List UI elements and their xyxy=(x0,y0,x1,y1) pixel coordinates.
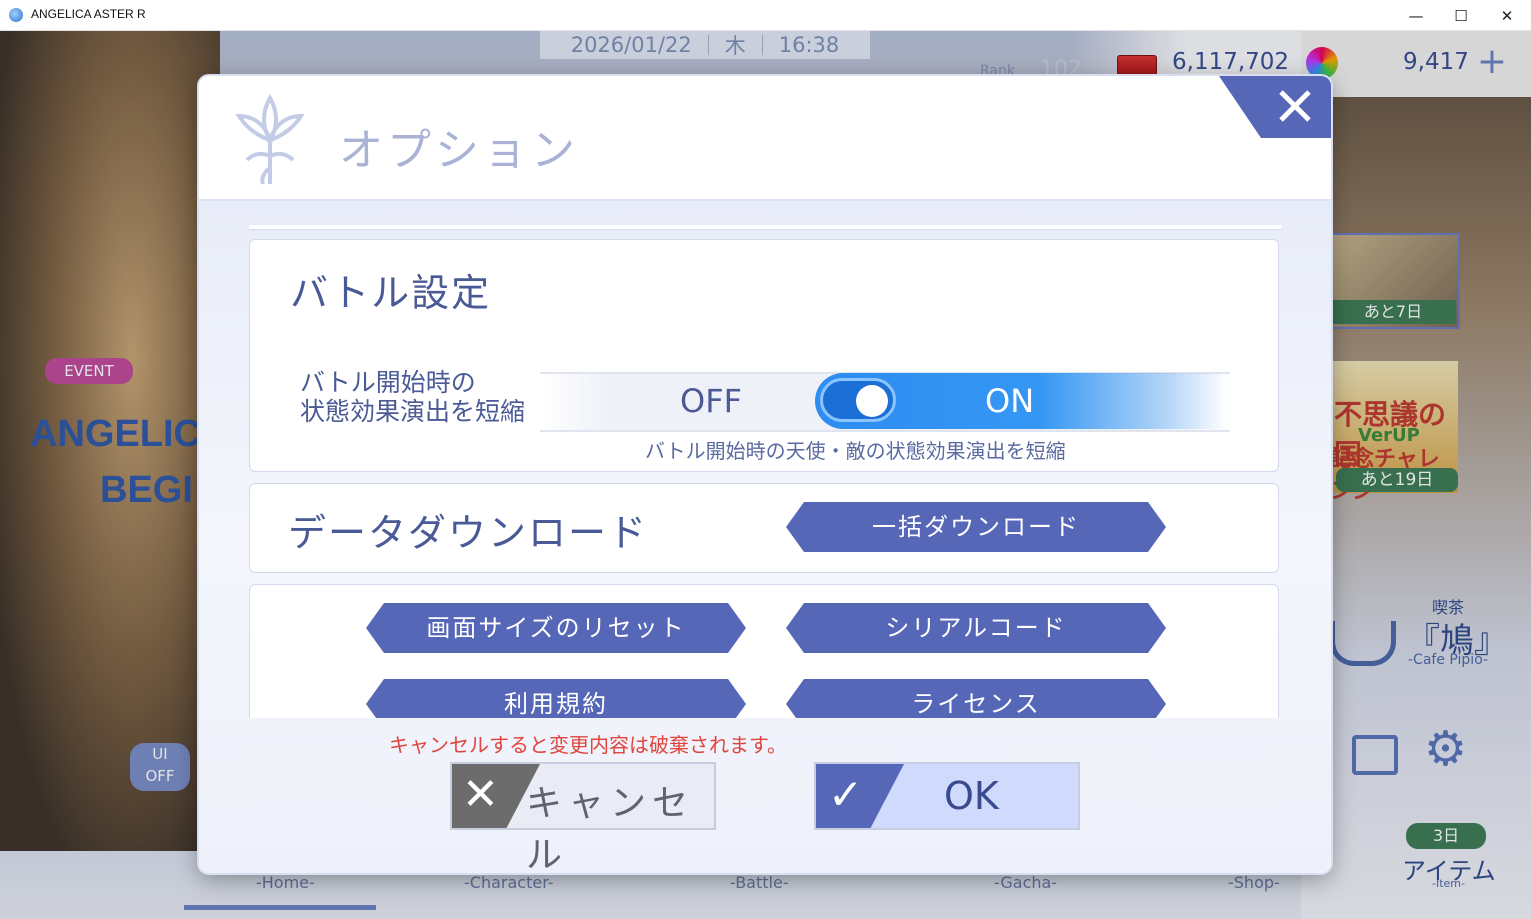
toggle-off-option[interactable]: OFF xyxy=(680,382,742,420)
options-dialog: オプション バトル設定 バトル開始時の 状態効果演出を短縮 OFF ON バトル… xyxy=(199,76,1331,873)
window-title: ANGELICA ASTER R xyxy=(31,7,146,21)
discard-warning: キャンセルすると変更内容は破棄されます。 xyxy=(389,733,787,757)
checkmark-icon: ✓ xyxy=(816,764,904,828)
license-button[interactable]: ライセンス xyxy=(786,679,1166,718)
toggle-switch-knob[interactable] xyxy=(820,378,896,422)
dialog-body[interactable]: バトル設定 バトル開始時の 状態効果演出を短縮 OFF ON バトル開始時の天使… xyxy=(199,201,1331,873)
shorten-effect-label-line1: バトル開始時の xyxy=(300,368,476,397)
dialog-header: オプション xyxy=(199,76,1331,201)
window-titlebar: ANGELICA ASTER R — ☐ ✕ xyxy=(0,0,1531,31)
toggle-on-option[interactable]: ON xyxy=(985,382,1034,420)
serial-code-button[interactable]: シリアルコード xyxy=(786,603,1166,653)
dialog-title: オプション xyxy=(339,125,579,176)
terms-of-use-button[interactable]: 利用規約 xyxy=(366,679,746,718)
ok-button[interactable]: ✓ OK xyxy=(814,762,1080,830)
close-icon[interactable] xyxy=(1219,76,1331,138)
battle-settings-heading: バトル設定 xyxy=(290,271,492,315)
app-icon xyxy=(9,8,23,22)
cancel-label: キャンセル xyxy=(526,783,695,873)
maximize-button[interactable]: ☐ xyxy=(1438,0,1484,31)
shorten-effect-label-line2: 状態効果演出を短縮 xyxy=(300,397,526,426)
ok-label: OK xyxy=(944,774,999,818)
misc-panel: 画面サイズのリセット シリアルコード 利用規約 ライセンス xyxy=(249,584,1279,718)
battle-settings-panel: バトル設定 バトル開始時の 状態効果演出を短縮 OFF ON バトル開始時の天使… xyxy=(249,239,1279,472)
window-close-button[interactable]: ✕ xyxy=(1484,0,1530,31)
shorten-effect-label: バトル開始時の 状態効果演出を短縮 xyxy=(300,368,525,426)
flower-logo-icon xyxy=(235,94,305,185)
previous-section-edge xyxy=(249,225,1281,230)
reset-screen-size-button[interactable]: 画面サイズのリセット xyxy=(366,603,746,653)
bulk-download-button[interactable]: 一括ダウンロード xyxy=(786,502,1166,552)
shorten-effect-description: バトル開始時の天使・敵の状態効果演出を短縮 xyxy=(645,439,1066,463)
data-download-panel: データダウンロード 一括ダウンロード xyxy=(249,483,1279,573)
data-download-heading: データダウンロード xyxy=(288,511,649,555)
minimize-button[interactable]: — xyxy=(1393,0,1439,31)
cancel-button[interactable]: ✕ キャンセル xyxy=(450,762,716,873)
